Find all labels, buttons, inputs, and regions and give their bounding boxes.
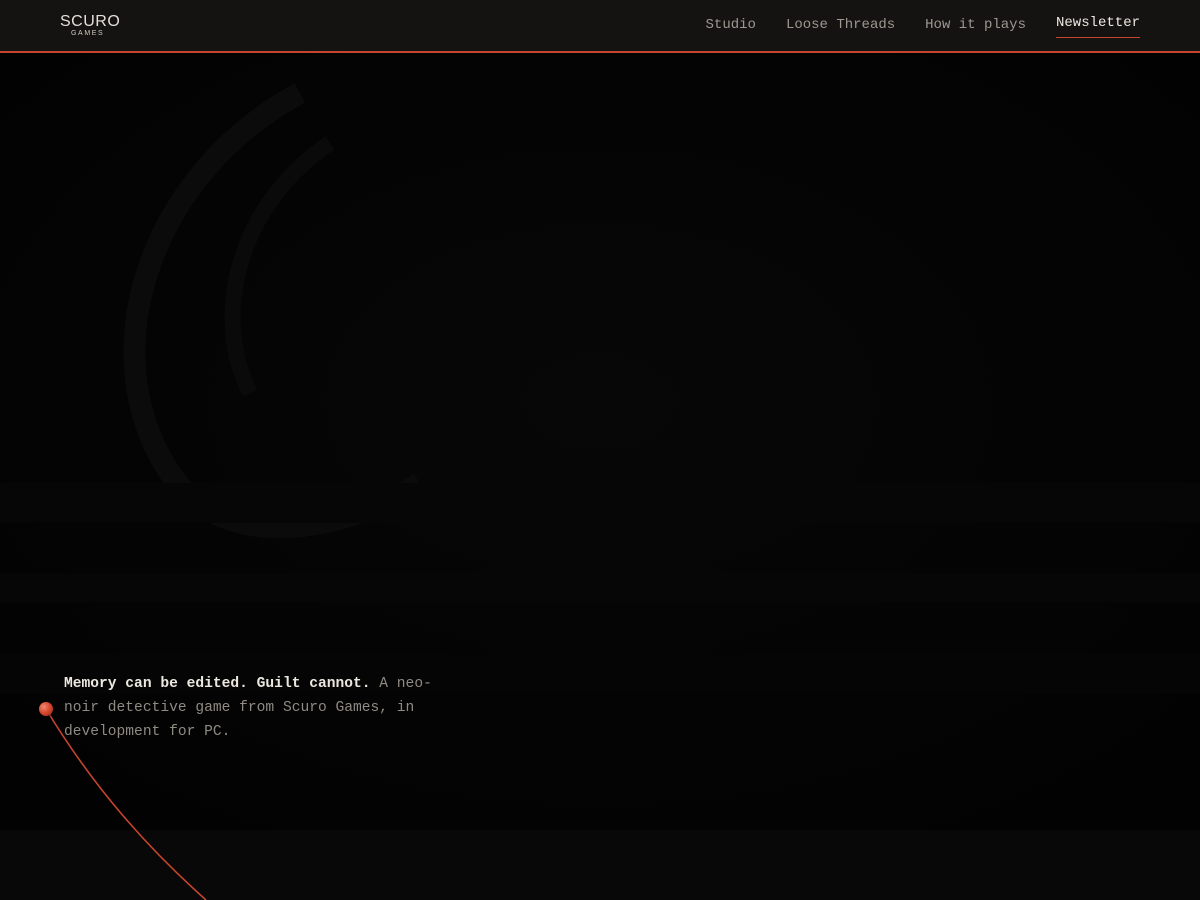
nav-link-how-it-plays[interactable]: How it plays: [925, 15, 1026, 37]
red-pushpin-icon: [39, 702, 53, 716]
nav-link-newsletter[interactable]: Newsletter: [1055, 13, 1140, 38]
hero-tagline: Memory can be edited. Guilt cannot. A ne…: [64, 672, 454, 744]
nav-link-studio[interactable]: Studio: [706, 15, 756, 37]
hero-bottom-band: [0, 830, 1200, 900]
scuro-games-logo[interactable]: SCURO GAMES: [60, 13, 120, 41]
site-header: SCURO GAMES Studio Loose Threads How it …: [0, 0, 1200, 53]
main-nav: Studio Loose Threads How it plays Newsle…: [706, 0, 1140, 52]
logo-wordmark: SCURO: [60, 13, 121, 30]
nav-link-loose-threads[interactable]: Loose Threads: [786, 15, 895, 37]
logo-subtitle: GAMES: [71, 30, 105, 37]
tagline-emphasis: Memory can be edited. Guilt cannot.: [64, 676, 371, 692]
